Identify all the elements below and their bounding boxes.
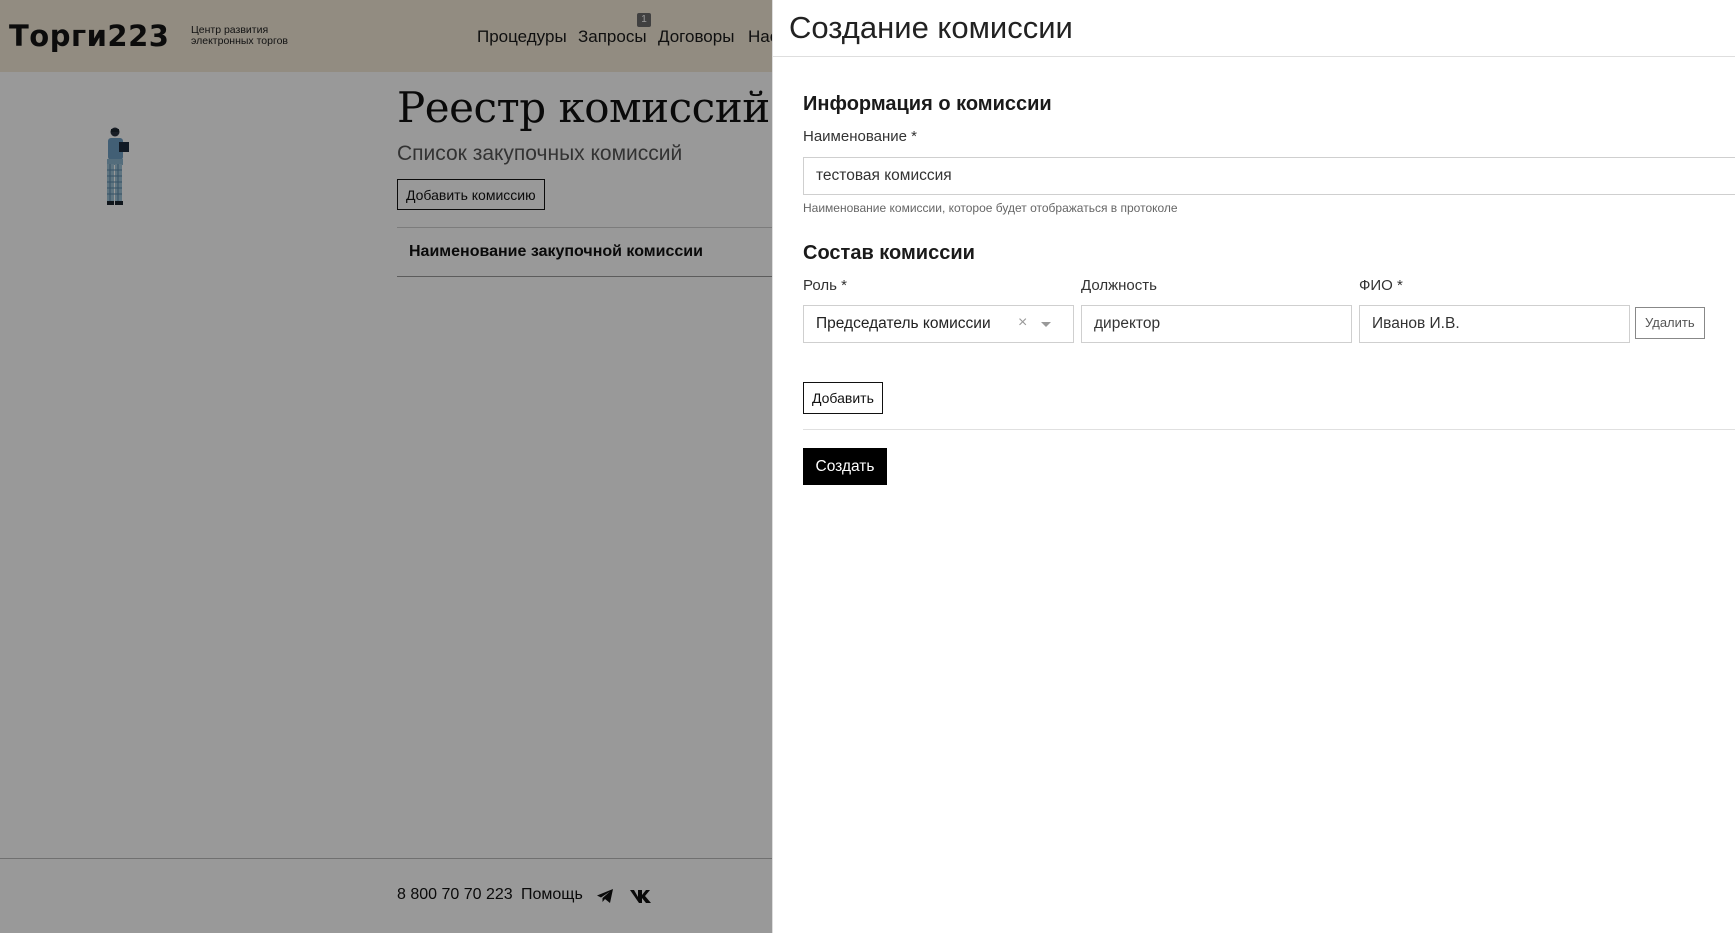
members-section-title: Состав комиссии [803, 242, 975, 264]
create-commission-panel: Создание комиссии Информация о комиссии … [772, 0, 1735, 933]
name-hint: Наименование комиссии, которое будет ото… [803, 201, 1178, 215]
position-input[interactable]: директор [1081, 305, 1352, 343]
name-label: Наименование * [803, 128, 917, 145]
fio-label: ФИО * [1359, 277, 1403, 294]
add-member-button[interactable]: Добавить [803, 382, 883, 414]
clear-icon[interactable]: × [1018, 314, 1027, 332]
fio-input[interactable]: Иванов И.В. [1359, 305, 1630, 343]
panel-title: Создание комиссии [789, 10, 1073, 45]
role-select[interactable]: Председатель комиссии × [803, 305, 1074, 343]
info-section-title: Информация о комиссии [803, 93, 1052, 115]
panel-divider [773, 56, 1735, 57]
role-select-value: Председатель комиссии [816, 315, 991, 332]
delete-member-button[interactable]: Удалить [1635, 307, 1705, 339]
create-button[interactable]: Создать [803, 448, 887, 485]
role-label: Роль * [803, 277, 847, 294]
form-divider [803, 429, 1735, 430]
position-label: Должность [1081, 277, 1157, 294]
modal-backdrop[interactable] [0, 0, 772, 933]
chevron-down-icon[interactable] [1041, 322, 1051, 327]
commission-name-input[interactable]: тестовая комиссия [803, 157, 1735, 195]
